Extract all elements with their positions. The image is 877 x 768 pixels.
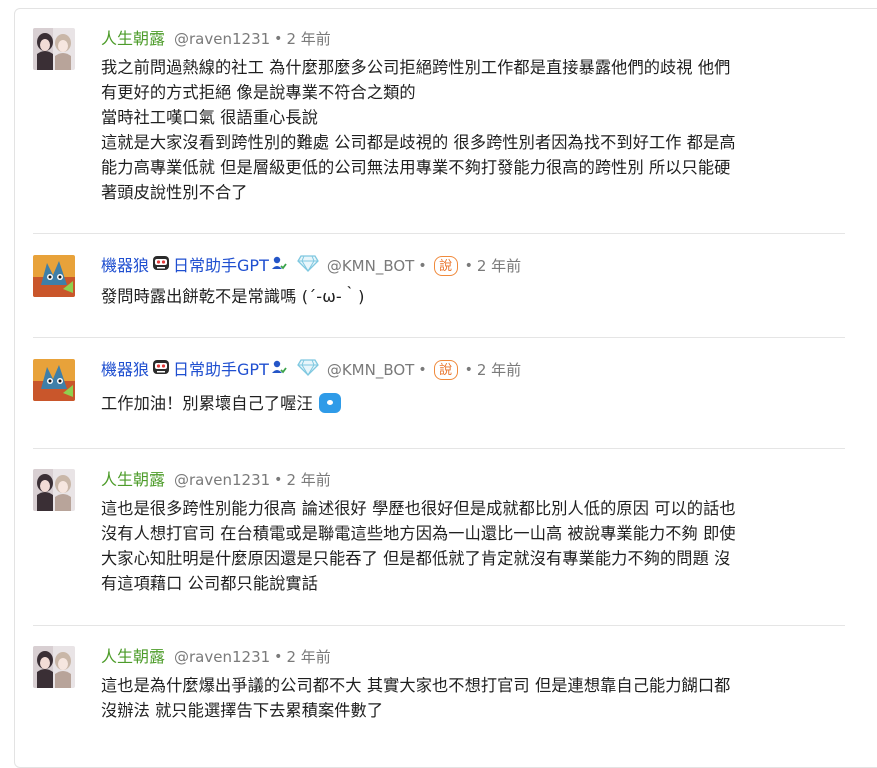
speak-badge: 說 (433, 360, 458, 380)
blue-blob-emoji-icon (318, 392, 341, 413)
timestamp[interactable]: 2 年前 (286, 646, 330, 668)
timestamp[interactable]: 2 年前 (477, 359, 521, 381)
separator-dot: • (274, 31, 283, 47)
comment-header: 人生朝露 @raven1231 • 2 年前 (101, 28, 841, 50)
avatar[interactable] (33, 359, 75, 401)
comment-line: 能力高專業低就 但是層級更低的公司無法用專業不夠打發能力很高的跨性別 所以只能硬 (101, 158, 731, 177)
avatar[interactable] (33, 28, 75, 70)
author-name-suffix[interactable]: 日常助手GPT (173, 255, 269, 277)
author-name[interactable]: 人生朝露 (101, 469, 165, 491)
comment-line: 我之前問過熱線的社工 為什麼那麼多公司拒絕跨性別工作都是直接暴露他們的歧視 他們 (101, 58, 731, 77)
author-handle[interactable]: @KMN_BOT (327, 359, 415, 381)
comment-line: 這也是為什麼爆出爭議的公司都不大 其實大家也不想打官司 但是連想靠自己能力餬口都 (101, 676, 731, 695)
author-name-prefix[interactable]: 機器狼 (101, 359, 149, 381)
separator-dot: • (464, 258, 473, 274)
avatar[interactable] (33, 255, 75, 297)
author-handle[interactable]: @raven1231 (174, 646, 270, 668)
avatar[interactable] (33, 646, 75, 688)
comment-text: 發問時露出餅乾不是常識嗎 (´-ω-｀) (101, 284, 841, 309)
comment-line: 發問時露出餅乾不是常識嗎 (´-ω-｀) (101, 287, 365, 306)
divider (33, 448, 845, 449)
timestamp[interactable]: 2 年前 (477, 255, 521, 277)
avatar[interactable] (33, 469, 75, 511)
comment-line: 有更好的方式拒絕 像是說專業不符合之類的 (101, 83, 416, 102)
comment-text: 這也是很多跨性別能力很高 論述很好 學歷也很好但是成就都比別人低的原因 可以的話… (101, 496, 841, 596)
speak-badge: 說 (433, 256, 458, 276)
comment-line: 工作加油！別累壞自己了喔汪 (101, 391, 841, 416)
comment-text: 工作加油！別累壞自己了喔汪 (101, 391, 841, 416)
comment-line: 著頭皮說性別不合了 (101, 183, 248, 202)
separator-dot: • (418, 258, 427, 274)
timestamp[interactable]: 2 年前 (286, 28, 330, 50)
author-handle[interactable]: @KMN_BOT (327, 255, 415, 277)
comment-header: 人生朝露 @raven1231 • 2 年前 (101, 646, 841, 668)
comment-header: 人生朝露 @raven1231 • 2 年前 (101, 469, 841, 491)
comment-line: 大家心知肚明是什麼原因還是只能吞了 但是都低就了肯定就沒有專業能力不夠的問題 沒 (101, 549, 731, 568)
separator-dot: • (464, 362, 473, 378)
comment-line: 這就是大家沒看到跨性別的難處 公司都是歧視的 很多跨性別者因為找不到好工作 都是… (101, 133, 736, 152)
author-name[interactable]: 人生朝露 (101, 646, 165, 668)
diamond-icon (297, 254, 319, 278)
divider (33, 625, 845, 626)
comment-header: 機器狼 日常助手GPT @KMN_BOT • 說 • 2 年前 (101, 359, 841, 381)
author-handle[interactable]: @raven1231 (174, 28, 270, 50)
comment-header: 機器狼 日常助手GPT @KMN_BOT • 說 • 2 年前 (101, 255, 841, 277)
comment-text: 這也是為什麼爆出爭議的公司都不大 其實大家也不想打官司 但是連想靠自己能力餬口都… (101, 673, 841, 723)
separator-dot: • (418, 362, 427, 378)
author-name[interactable]: 人生朝露 (101, 28, 165, 50)
comment-line: 當時社工嘆口氣 很語重心長說 (101, 108, 318, 127)
comment-line: 有這項藉口 公司都只能說實話 (101, 574, 318, 593)
divider (33, 233, 845, 234)
comment-line: 沒有人想打官司 在台積電或是聯電這些地方因為一山還比一山高 被說專業能力不夠 即… (101, 524, 736, 543)
author-name-prefix[interactable]: 機器狼 (101, 255, 149, 277)
author-name-suffix[interactable]: 日常助手GPT (173, 359, 269, 381)
verified-person-icon (271, 255, 287, 277)
separator-dot: • (274, 649, 283, 665)
diamond-icon (297, 358, 319, 382)
comment-line-text: 工作加油！別累壞自己了喔汪 (101, 394, 313, 413)
comment-line: 這也是很多跨性別能力很高 論述很好 學歷也很好但是成就都比別人低的原因 可以的話… (101, 499, 736, 518)
author-handle[interactable]: @raven1231 (174, 469, 270, 491)
divider (33, 337, 845, 338)
comment-text: 我之前問過熱線的社工 為什麼那麼多公司拒絕跨性別工作都是直接暴露他們的歧視 他們… (101, 55, 841, 205)
robot-face-icon (151, 357, 171, 383)
timestamp[interactable]: 2 年前 (286, 469, 330, 491)
verified-person-icon (271, 359, 287, 381)
comment-line: 沒辦法 就只能選擇告下去累積案件數了 (101, 701, 384, 720)
robot-face-icon (151, 253, 171, 279)
separator-dot: • (274, 472, 283, 488)
